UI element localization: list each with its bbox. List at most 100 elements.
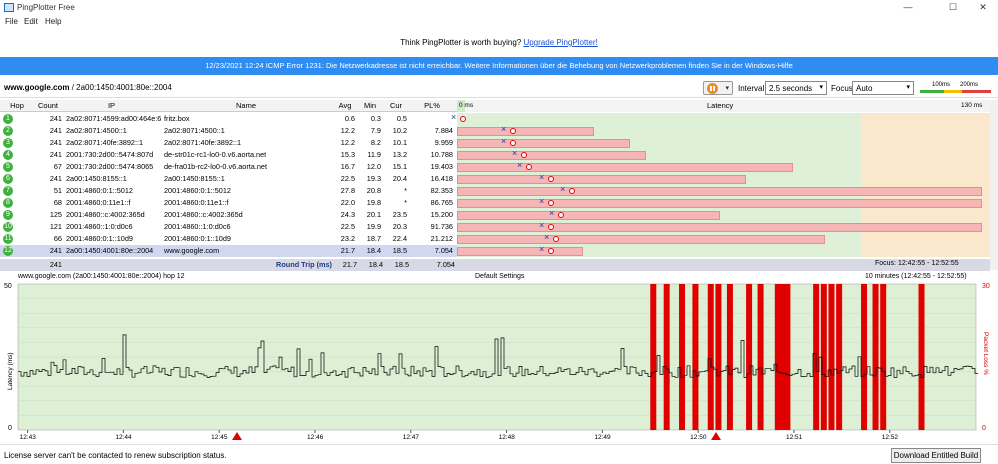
upgrade-link[interactable]: Upgrade PingPlotter! xyxy=(523,38,597,47)
min-latency-marker: × xyxy=(517,160,523,170)
round-trip-row: 241 Round Trip (ms) 21.7 18.4 18.5 7.054… xyxy=(0,259,990,271)
menu-edit[interactable]: Edit xyxy=(24,17,38,26)
download-build-button[interactable]: Download Entitled Build xyxy=(891,448,981,463)
min-cell: 18.4 xyxy=(366,246,381,255)
pl-cell: 91.736 xyxy=(430,222,453,231)
packet-loss-bar xyxy=(457,127,594,136)
packet-loss-event xyxy=(757,284,764,430)
packet-loss-bar xyxy=(457,187,982,196)
target-address[interactable]: www.google.com / 2a00:1450:4001:80e::200… xyxy=(4,83,172,92)
ip-cell: 2a00:1450:4001:80e::2004 xyxy=(66,246,154,255)
focus-label: Focus xyxy=(831,84,853,93)
x-tick-label: 12:43 xyxy=(20,434,37,441)
cur-cell: 20.3 xyxy=(392,222,407,231)
cur-cell: 10.1 xyxy=(392,138,407,147)
col-avg[interactable]: Avg xyxy=(333,101,357,110)
cur-cell: 13.2 xyxy=(392,150,407,159)
focus-value: Auto xyxy=(856,84,873,93)
table-row[interactable]: 4 241 2001:730:2d00::5474:807d de-str01c-rc… xyxy=(0,148,990,161)
avg-cell: 22.5 xyxy=(340,174,355,183)
toolbar: www.google.com / 2a00:1450:4001:80e::200… xyxy=(0,78,998,98)
hop-status-icon: 5 xyxy=(3,162,13,172)
minimize-button[interactable]: — xyxy=(893,1,923,14)
name-cell: 2001:4860:0:11e1::f xyxy=(164,198,229,207)
graph-target: www.google.com (2a00:1450:4001:80e::2004… xyxy=(18,273,185,280)
avg-latency-marker xyxy=(553,236,559,242)
ip-cell: 2a02:8071:4500::1 xyxy=(66,126,127,135)
table-row[interactable]: 9 125 2001:4860::c:4002:365d 2001:4860::c:4… xyxy=(0,208,990,221)
maximize-button[interactable]: ☐ xyxy=(938,1,968,14)
pause-button[interactable]: ▾ xyxy=(703,81,733,95)
table-row[interactable]: 11 66 2001:4860:0:1::10d9 2001:4860:0:1::10… xyxy=(0,232,990,245)
avg-cell: 24.3 xyxy=(340,210,355,219)
latency-graph[interactable]: 50 0 30 0 Latency (ms) Packet Loss % 12:… xyxy=(0,282,998,444)
focus-marker-right[interactable] xyxy=(711,432,721,440)
avg-cell: 22.0 xyxy=(340,198,355,207)
col-cur[interactable]: Cur xyxy=(383,101,409,110)
focus-marker-left[interactable] xyxy=(232,432,242,440)
x-tick-label: 12:49 xyxy=(594,434,611,441)
target-host: www.google.com xyxy=(4,83,70,92)
table-row[interactable]: 7 51 2001:4860:0:1::5012 2001:4860:0:1::501… xyxy=(0,184,990,197)
avg-latency-marker xyxy=(558,212,564,218)
app-icon xyxy=(4,3,14,12)
min-cell: 12.0 xyxy=(366,162,381,171)
count-cell: 241 xyxy=(49,150,62,159)
menu-file[interactable]: File xyxy=(5,17,18,26)
menu-help[interactable]: Help xyxy=(45,17,61,26)
packet-loss-event xyxy=(707,284,714,430)
hop-status-icon: 3 xyxy=(3,138,13,148)
name-cell: de-str01c-rc1-lo0-0.v6.aorta.net xyxy=(164,150,267,159)
table-row[interactable]: 2 241 2a02:8071:4500::1 2a02:8071:4500::1 12… xyxy=(0,124,990,137)
title-bar: PingPlotter Free — ☐ ✕ xyxy=(0,0,998,15)
min-latency-marker: × xyxy=(539,196,545,206)
cur-cell: * xyxy=(404,198,407,207)
latency-cell xyxy=(457,113,990,125)
hop-status-icon: 10 xyxy=(3,222,13,232)
col-pl[interactable]: PL% xyxy=(409,101,455,110)
pl-cell: 7.054 xyxy=(434,246,453,255)
ip-cell: 2001:4860:0:11e1::f xyxy=(66,198,131,207)
table-row[interactable]: 10 121 2001:4860::1:0:d0c6 2001:4860::1:0:d… xyxy=(0,220,990,233)
min-latency-marker: × xyxy=(544,232,550,242)
count-cell: 125 xyxy=(49,210,62,219)
col-name[interactable]: Name xyxy=(160,101,332,110)
avg-cell: 16.7 xyxy=(340,162,355,171)
hop-status-icon: 2 xyxy=(3,126,13,136)
table-row[interactable]: 1 241 2a02:8071:4599:ad00:464e:6 fritz.box 0… xyxy=(0,112,990,125)
table-row[interactable]: 5 67 2001:730:2d00::5474:8065 de-fra01b-rc2… xyxy=(0,160,990,173)
cur-cell: 23.5 xyxy=(392,210,407,219)
avg-cell: 0.6 xyxy=(344,114,355,123)
packet-loss-event xyxy=(746,284,753,430)
interval-select[interactable]: 2.5 seconds ▾ xyxy=(765,81,827,95)
focus-select[interactable]: Auto ▾ xyxy=(852,81,914,95)
x-tick-label: 12:52 xyxy=(882,434,899,441)
rt-cur: 18.5 xyxy=(394,260,409,269)
pause-icon xyxy=(707,83,718,94)
close-button[interactable]: ✕ xyxy=(968,1,998,14)
name-cell: 2001:4860::1:0:d0c6 xyxy=(164,222,231,231)
avg-latency-marker xyxy=(460,116,466,122)
table-scrollbar[interactable] xyxy=(990,100,998,270)
table-row[interactable]: 6 241 2a00:1450:8155::1 2a00:1450:8155::1 22… xyxy=(0,172,990,185)
min-latency-marker: × xyxy=(451,112,457,122)
col-hop[interactable]: Hop xyxy=(2,101,32,110)
col-count[interactable]: Count xyxy=(32,101,64,110)
packet-loss-event xyxy=(679,284,686,430)
col-ip[interactable]: IP xyxy=(64,101,159,110)
chevron-down-icon: ▾ xyxy=(906,84,910,91)
col-min[interactable]: Min xyxy=(357,101,383,110)
packet-loss-event xyxy=(836,284,843,430)
packet-loss-bar xyxy=(457,139,630,148)
min-latency-marker: × xyxy=(501,124,507,134)
x-tick-label: 12:47 xyxy=(403,434,420,441)
avg-latency-marker xyxy=(521,152,527,158)
rt-avg: 21.7 xyxy=(342,260,357,269)
y-right-top: 30 xyxy=(982,283,990,290)
hop-status-icon: 7 xyxy=(3,186,13,196)
table-row[interactable]: 3 241 2a02:8071:40fe:3892::1 2a02:8071:40fe… xyxy=(0,136,990,149)
table-row[interactable]: 8 68 2001:4860:0:11e1::f 2001:4860:0:11e1::… xyxy=(0,196,990,209)
pl-cell: 19.403 xyxy=(430,162,453,171)
table-row[interactable]: 12 241 2a00:1450:4001:80e::2004 www.google.… xyxy=(0,244,990,257)
ip-cell: 2a02:8071:40fe:3892::1 xyxy=(66,138,144,147)
